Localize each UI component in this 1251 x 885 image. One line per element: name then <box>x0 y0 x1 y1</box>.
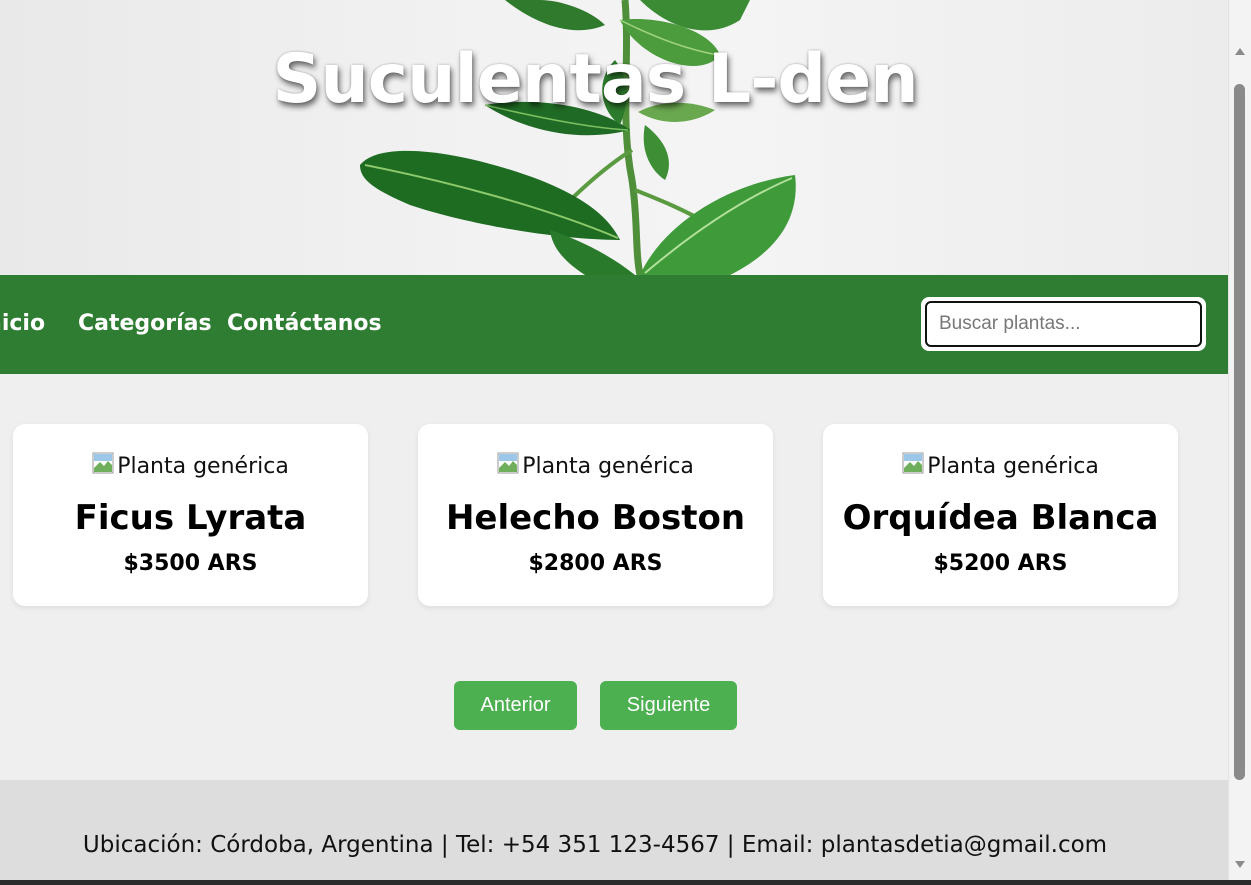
search-box <box>921 297 1206 351</box>
product-price: $5200 ARS <box>933 551 1068 576</box>
window-bottom-edge <box>0 880 1251 885</box>
product-image: Planta genérica <box>13 452 368 479</box>
product-image: Planta genérica <box>823 452 1178 479</box>
footer-contact-info: Ubicación: Córdoba, Argentina | Tel: +54… <box>82 832 1108 858</box>
hero-banner: Suculentas L-den <box>0 0 1228 275</box>
product-card[interactable]: Planta genérica Helecho Boston $2800 ARS <box>418 424 773 606</box>
broken-image-icon <box>92 452 116 476</box>
product-name: Orquídea Blanca <box>842 498 1159 538</box>
vertical-scrollbar[interactable] <box>1228 0 1251 885</box>
product-name: Helecho Boston <box>445 498 746 538</box>
nav-link-contactanos[interactable]: Contáctanos <box>227 311 382 336</box>
product-price: $3500 ARS <box>123 551 258 576</box>
product-card[interactable]: Planta genérica Ficus Lyrata $3500 ARS <box>13 424 368 606</box>
broken-image-icon <box>497 452 521 476</box>
product-card[interactable]: Planta genérica Orquídea Blanca $5200 AR… <box>823 424 1178 606</box>
scroll-down-arrow-icon[interactable] <box>1235 861 1245 868</box>
nav-link-categorias[interactable]: Categorías <box>78 311 212 336</box>
broken-image-icon <box>902 452 926 476</box>
product-image-alt: Planta genérica <box>117 454 289 479</box>
product-image-alt: Planta genérica <box>522 454 694 479</box>
search-input[interactable] <box>925 301 1202 347</box>
scroll-up-arrow-icon[interactable] <box>1235 48 1245 55</box>
next-button[interactable]: Siguiente <box>600 681 737 730</box>
scrollbar-thumb[interactable] <box>1234 84 1245 780</box>
nav-link-inicio[interactable]: Inicio <box>0 311 45 336</box>
product-price: $2800 ARS <box>528 551 663 576</box>
site-title: Suculentas L-den <box>272 40 918 119</box>
product-image: Planta genérica <box>418 452 773 479</box>
product-name: Ficus Lyrata <box>74 498 307 538</box>
footer: Ubicación: Córdoba, Argentina | Tel: +54… <box>0 780 1228 885</box>
product-image-alt: Planta genérica <box>927 454 1099 479</box>
page: Suculentas L-den Inicio Categorías Contá… <box>0 0 1228 885</box>
previous-button[interactable]: Anterior <box>454 681 577 730</box>
